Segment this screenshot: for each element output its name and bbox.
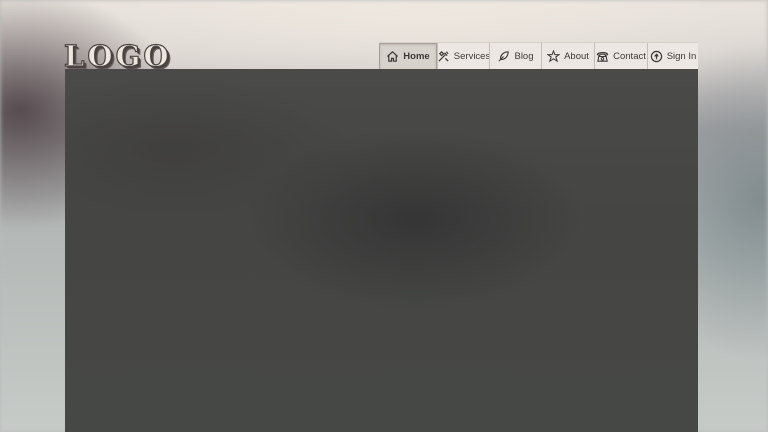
nav-item-sign-in-label: Sign In bbox=[666, 51, 697, 62]
info-icon bbox=[547, 50, 561, 63]
nav-item-blog-label: Blog bbox=[514, 51, 534, 62]
nav-item-sign-in[interactable]: Sign In bbox=[647, 43, 698, 70]
nav-item-about-label: About bbox=[564, 51, 589, 62]
nav-item-home-label: Home bbox=[403, 51, 430, 62]
main-content-area bbox=[65, 69, 698, 432]
home-icon bbox=[386, 50, 399, 63]
tools-icon bbox=[437, 50, 450, 63]
nav-item-blog[interactable]: Blog bbox=[489, 43, 541, 70]
nav-item-contact[interactable]: Contact bbox=[594, 43, 647, 70]
phone-icon bbox=[596, 50, 609, 63]
nav-item-services[interactable]: Services bbox=[437, 43, 491, 70]
logo[interactable]: LOGO bbox=[63, 39, 172, 72]
nav-item-about[interactable]: About bbox=[541, 43, 594, 70]
nav-item-home[interactable]: Home bbox=[379, 43, 437, 70]
main-nav: Home Services Blog About Contact Sign In bbox=[379, 42, 698, 70]
nav-item-contact-label: Contact bbox=[613, 51, 646, 62]
sign-in-icon bbox=[650, 50, 663, 63]
nav-item-services-label: Services bbox=[453, 51, 491, 62]
feather-icon bbox=[497, 50, 510, 63]
